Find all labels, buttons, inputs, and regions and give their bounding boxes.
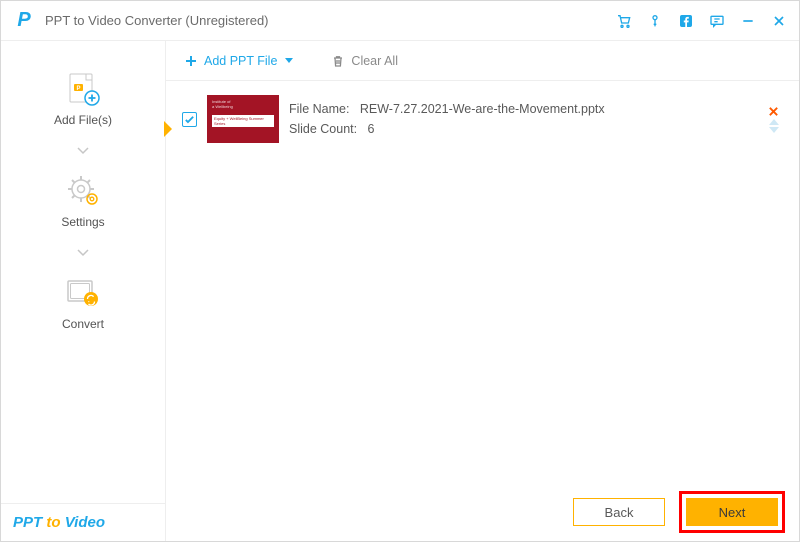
- key-icon[interactable]: [647, 13, 663, 29]
- chevron-down-icon: [76, 145, 90, 157]
- sidebar-item-label: Add File(s): [54, 113, 112, 127]
- slide-count-value: 6: [368, 122, 375, 136]
- close-icon[interactable]: [771, 13, 787, 29]
- title-bar: P PPT to Video Converter (Unregistered): [1, 1, 799, 41]
- svg-text:P: P: [76, 86, 80, 92]
- app-window: P PPT to Video Converter (Unregistered): [0, 0, 800, 542]
- trash-icon: [331, 54, 345, 68]
- clear-all-label: Clear All: [351, 54, 398, 68]
- app-title: PPT to Video Converter (Unregistered): [45, 13, 269, 28]
- titlebar-actions: [616, 13, 787, 29]
- back-button-label: Back: [605, 505, 634, 520]
- chevron-down-icon: [76, 247, 90, 259]
- file-name-label: File Name:: [289, 102, 349, 116]
- convert-icon: [63, 275, 103, 311]
- file-row-actions: [768, 106, 783, 133]
- app-logo-icon: P: [13, 10, 35, 32]
- file-list: Institute ofa Wellbeing Equity + WellBei…: [166, 81, 799, 483]
- sidebar-item-settings[interactable]: Settings: [61, 167, 104, 237]
- file-name-value: REW-7.27.2021-We-are-the-Movement.pptx: [360, 102, 605, 116]
- move-down-icon[interactable]: [769, 127, 779, 133]
- sidebar-item-label: Convert: [62, 317, 104, 331]
- sidebar-item-label: Settings: [61, 215, 104, 229]
- sidebar-brand: PPT to Video: [1, 503, 165, 541]
- next-button-highlight: Next: [679, 491, 785, 533]
- add-file-icon: P: [63, 71, 103, 107]
- gear-icon: [63, 173, 103, 209]
- file-row-checkbox[interactable]: [182, 112, 197, 127]
- minimize-icon[interactable]: [740, 13, 756, 29]
- file-info: File Name: REW-7.27.2021-We-are-the-Move…: [289, 102, 605, 136]
- brand-video: Video: [65, 514, 105, 531]
- plus-icon: [184, 54, 198, 68]
- footer-buttons: Back Next: [166, 483, 799, 541]
- file-row: Institute ofa Wellbeing Equity + WellBei…: [176, 89, 789, 149]
- slide-thumbnail: Institute ofa Wellbeing Equity + WellBei…: [207, 95, 279, 143]
- remove-file-icon[interactable]: [768, 106, 779, 117]
- move-up-icon[interactable]: [769, 119, 779, 125]
- file-toolbar: Add PPT File Clear All: [166, 41, 799, 81]
- next-button-label: Next: [719, 505, 746, 520]
- add-ppt-file-label: Add PPT File: [204, 54, 277, 68]
- brand-to: to: [46, 514, 60, 531]
- content-area: Add PPT File Clear All Institute of: [166, 41, 799, 541]
- active-step-pointer-icon: [164, 121, 172, 137]
- sidebar: P Add File(s): [1, 41, 166, 541]
- slide-count-label: Slide Count:: [289, 122, 357, 136]
- dropdown-caret-icon: [285, 58, 293, 63]
- back-button[interactable]: Back: [573, 498, 665, 526]
- brand-ppt: PPT: [13, 514, 42, 531]
- feedback-icon[interactable]: [709, 13, 725, 29]
- clear-all-button[interactable]: Clear All: [331, 54, 398, 68]
- cart-icon[interactable]: [616, 13, 632, 29]
- facebook-icon[interactable]: [678, 13, 694, 29]
- sidebar-item-convert[interactable]: Convert: [62, 269, 104, 339]
- next-button[interactable]: Next: [686, 498, 778, 526]
- sidebar-item-add-files[interactable]: P Add File(s): [54, 65, 112, 135]
- add-ppt-file-button[interactable]: Add PPT File: [184, 54, 293, 68]
